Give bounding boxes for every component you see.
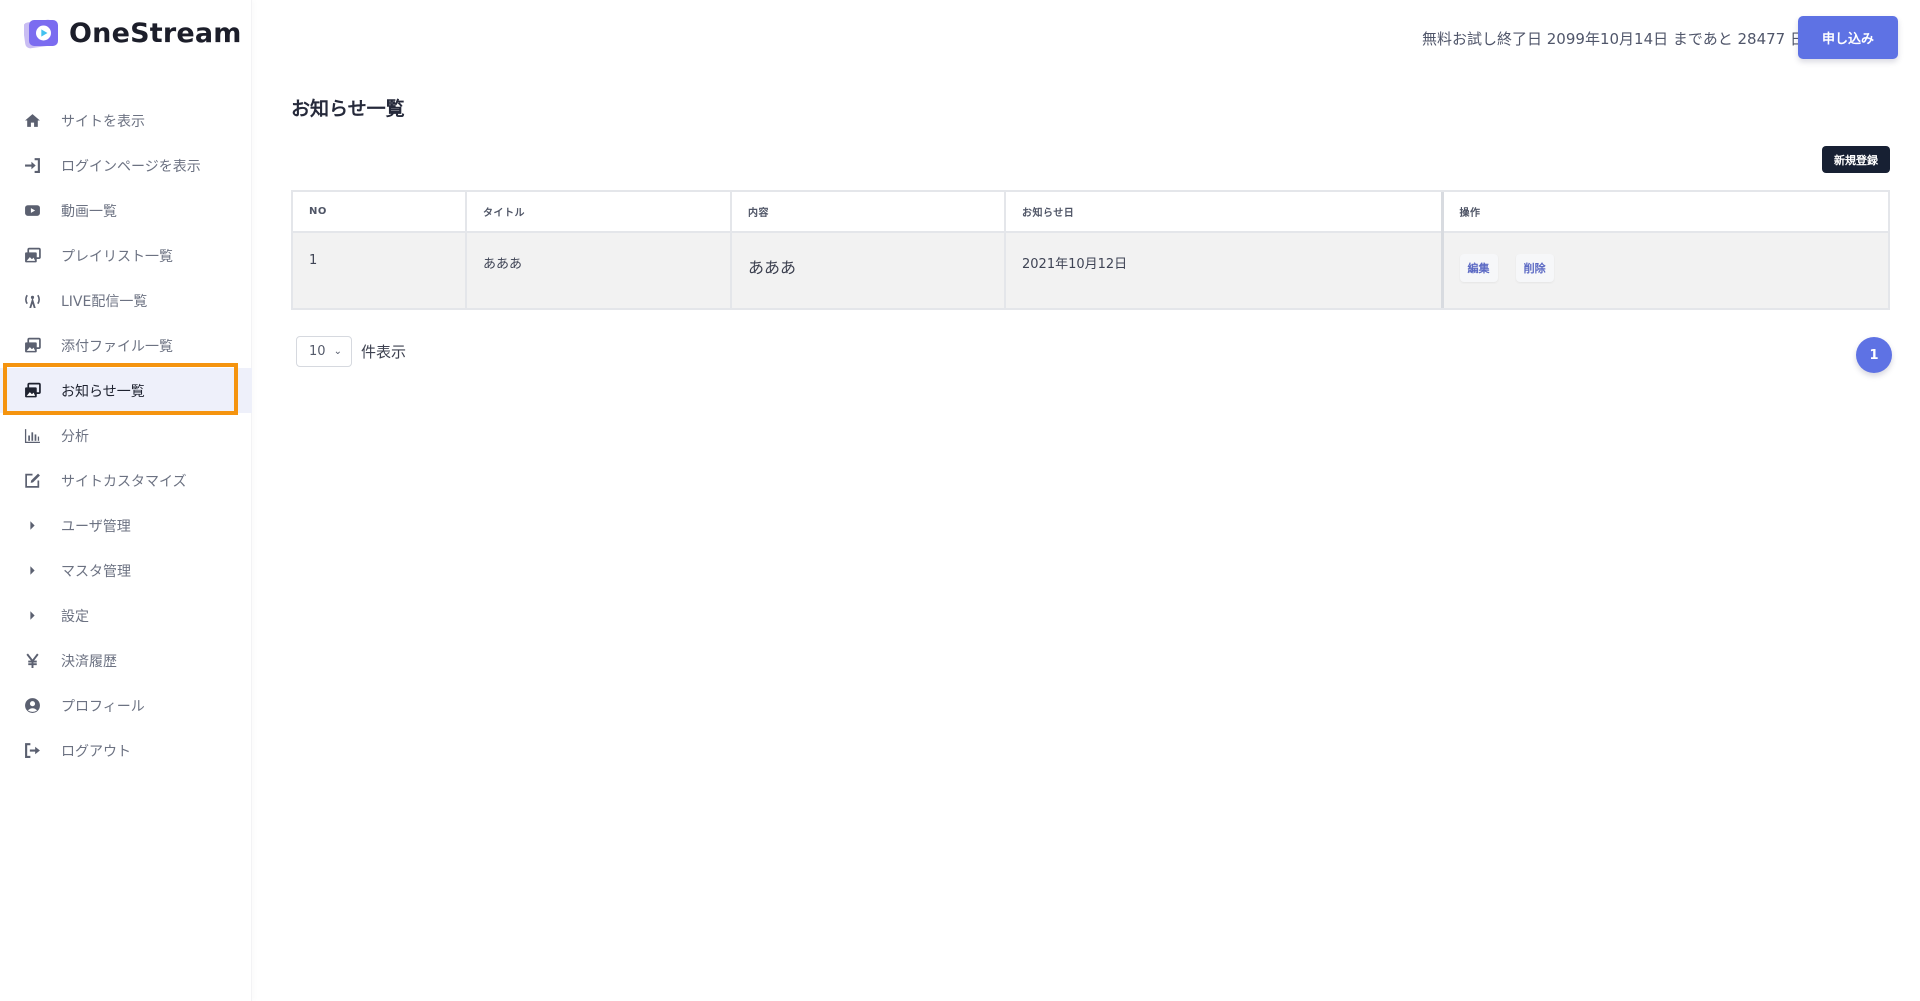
- sidebar-item-logout[interactable]: ログアウト: [0, 728, 252, 773]
- chart-bar-icon: [24, 427, 41, 444]
- sidebar-item-notices[interactable]: お知らせ一覧: [0, 368, 252, 413]
- column-header-actions: 操作: [1440, 192, 1888, 233]
- trial-remaining-text: 無料お試し終了日 2099年10月14日 まであと 28477 日: [1422, 30, 1805, 48]
- sidebar-item-label: マスタ管理: [61, 563, 131, 580]
- table-header-row: NO タイトル 内容 お知らせ日 操作: [293, 192, 1888, 233]
- youtube-play-icon: [24, 202, 41, 219]
- sidebar-item-master-management[interactable]: マスタ管理: [0, 548, 252, 593]
- page-size-label: 件表示: [361, 343, 407, 361]
- logo-icon: [24, 19, 58, 49]
- sidebar-item-playlists[interactable]: プレイリスト一覧: [0, 233, 252, 278]
- column-header-title[interactable]: タイトル: [466, 192, 732, 233]
- logo-text: OneStream: [69, 17, 242, 49]
- sidebar: OneStream サイトを表示 ログインページを表示 動画一覧 プレイリスト一…: [0, 0, 252, 1001]
- sidebar-item-videos[interactable]: 動画一覧: [0, 188, 252, 233]
- edit-button[interactable]: 編集: [1459, 254, 1498, 282]
- chevron-down-icon: ⌄: [333, 346, 342, 357]
- sidebar-item-label: サイトカスタマイズ: [61, 473, 187, 490]
- sidebar-item-view-site[interactable]: サイトを表示: [0, 98, 252, 143]
- sidebar-item-label: お知らせ一覧: [61, 383, 145, 400]
- new-register-button[interactable]: 新規登録: [1822, 146, 1890, 173]
- sidebar-item-label: ログインページを表示: [61, 158, 201, 175]
- sidebar-item-profile[interactable]: プロフィール: [0, 683, 252, 728]
- column-header-content[interactable]: 内容: [731, 192, 1006, 233]
- yen-icon: [24, 652, 41, 669]
- sidebar-item-label: プロフィール: [61, 698, 145, 715]
- app-logo[interactable]: OneStream: [24, 16, 242, 50]
- sidebar-item-label: 分析: [61, 428, 89, 445]
- sidebar-item-payment-history[interactable]: 決済履歴: [0, 638, 252, 683]
- sidebar-item-label: 動画一覧: [61, 203, 117, 220]
- sidebar-item-label: 設定: [61, 608, 89, 625]
- sidebar-item-site-customize[interactable]: サイトカスタマイズ: [0, 458, 252, 503]
- column-header-no[interactable]: NO: [293, 192, 467, 233]
- page-size-value: 10: [309, 344, 326, 359]
- cell-date: 2021年10月12日: [1005, 232, 1443, 308]
- caret-right-icon: [24, 517, 41, 534]
- sidebar-item-attachments[interactable]: 添付ファイル一覧: [0, 323, 252, 368]
- images-icon: [24, 247, 41, 264]
- page-title: お知らせ一覧: [291, 98, 405, 120]
- sidebar-nav: サイトを表示 ログインページを表示 動画一覧 プレイリスト一覧 LIVE配信一覧: [0, 98, 252, 773]
- sidebar-item-label: プレイリスト一覧: [61, 248, 173, 265]
- sidebar-item-user-management[interactable]: ユーザ管理: [0, 503, 252, 548]
- page-size-control: 10 ⌄ 件表示: [296, 336, 406, 367]
- sidebar-item-label: 添付ファイル一覧: [61, 338, 173, 355]
- sidebar-item-settings[interactable]: 設定: [0, 593, 252, 638]
- delete-button[interactable]: 削除: [1515, 254, 1554, 282]
- sidebar-item-label: 決済履歴: [61, 653, 117, 670]
- sidebar-item-label: サイトを表示: [61, 113, 145, 130]
- edit-icon: [24, 472, 41, 489]
- sidebar-item-label: LIVE配信一覧: [61, 293, 148, 310]
- cell-actions: 編集 削除: [1440, 232, 1888, 308]
- user-circle-icon: [24, 697, 41, 714]
- page-size-select[interactable]: 10 ⌄: [296, 336, 352, 367]
- cell-no: 1: [293, 232, 467, 308]
- sidebar-item-label: ユーザ管理: [61, 518, 131, 535]
- sidebar-item-view-login-page[interactable]: ログインページを表示: [0, 143, 252, 188]
- cell-title: あああ: [466, 232, 732, 308]
- home-icon: [24, 112, 41, 129]
- cell-content: あああ: [731, 232, 1006, 308]
- apply-button[interactable]: 申し込み: [1798, 16, 1898, 59]
- notices-table: NO タイトル 内容 お知らせ日 操作 1 あああ あああ 2021年10月12…: [291, 190, 1890, 310]
- pagination-page-1[interactable]: 1: [1856, 337, 1892, 373]
- broadcast-tower-icon: [24, 292, 41, 309]
- table-row: 1 あああ あああ 2021年10月12日 編集 削除: [293, 232, 1888, 308]
- column-header-date[interactable]: お知らせ日: [1005, 192, 1443, 233]
- images-icon: [24, 337, 41, 354]
- caret-right-icon: [24, 562, 41, 579]
- sidebar-item-live[interactable]: LIVE配信一覧: [0, 278, 252, 323]
- sidebar-item-label: ログアウト: [61, 743, 131, 760]
- sign-out-icon: [24, 742, 41, 759]
- sidebar-item-analytics[interactable]: 分析: [0, 413, 252, 458]
- images-icon: [24, 382, 41, 399]
- caret-right-icon: [24, 607, 41, 624]
- sign-in-icon: [24, 157, 41, 174]
